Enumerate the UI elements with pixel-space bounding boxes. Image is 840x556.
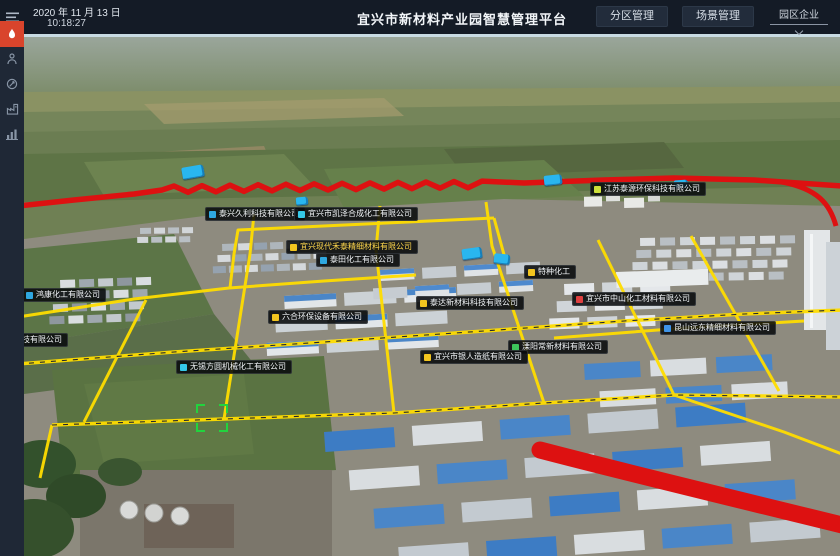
company-marker-icon: [26, 292, 33, 299]
company-label-text: 宜兴现代禾泰精细材料有限公司: [300, 243, 412, 251]
selection-box: [196, 404, 228, 432]
company-label-text: 宜兴市银人造纸有限公司: [434, 353, 522, 361]
sidebar-item-personnel[interactable]: [0, 46, 24, 72]
company-label[interactable]: 泰田化工有限公司: [316, 253, 400, 267]
vehicle-marker-3d[interactable]: [494, 253, 511, 265]
company-marker-icon: [424, 354, 431, 361]
dropdown-divider: [770, 24, 828, 25]
company-marker-icon: [272, 314, 279, 321]
map-3d-view[interactable]: 泰兴久利科技有限公司 宜兴市凯泽合成化工有限公司宜兴现代禾泰精细材料有限公司泰田化…: [24, 34, 840, 556]
company-label-text: 泰田化工有限公司: [330, 256, 394, 264]
company-label[interactable]: 宜兴市银人造纸有限公司: [420, 350, 528, 364]
company-label[interactable]: 鸿康化工有限公司: [24, 288, 106, 302]
header-bar: 2020 年 11 月 13 日 10:18:27 宜兴市新材料产业园智慧管理平…: [24, 0, 840, 34]
company-label-text: 宜兴市凯泽合成化工有限公司: [308, 210, 412, 218]
chevron-down-icon: [795, 27, 803, 35]
company-label-text: 六合环保设备有限公司: [282, 313, 362, 321]
vehicle-marker-3d[interactable]: [544, 174, 563, 186]
company-label-text: 江苏泰源环保科技有限公司: [604, 185, 700, 193]
map-scenery: [24, 34, 840, 556]
company-marker-icon: [594, 186, 601, 193]
page-title: 宜兴市新材料产业园智慧管理平台: [357, 9, 567, 28]
company-label[interactable]: 宜兴隔热材料科技有限公司: [24, 333, 68, 347]
company-label[interactable]: 江苏泰源环保科技有限公司: [590, 182, 706, 196]
zone-management-button[interactable]: 分区管理: [596, 6, 668, 27]
bar-chart-icon: [6, 128, 18, 140]
time-text: 10:18:27: [47, 18, 86, 29]
factory-icon: [6, 103, 19, 115]
sidebar-item-fire[interactable]: [0, 21, 24, 47]
company-label[interactable]: 昆山远东精细材料有限公司: [660, 321, 776, 335]
company-marker-icon: [209, 211, 216, 218]
company-marker-icon: [290, 244, 297, 251]
company-label[interactable]: 宜兴市中山化工材料有限公司: [572, 292, 696, 306]
sidebar-item-factory[interactable]: [0, 96, 24, 122]
company-marker-icon: [664, 325, 671, 332]
scene-management-button[interactable]: 场景管理: [682, 6, 754, 27]
company-label-text: 鸿康化工有限公司: [36, 291, 100, 299]
company-label[interactable]: 无锡方圆机械化工有限公司: [176, 360, 292, 374]
company-marker-icon: [576, 296, 583, 303]
sidebar-item-stats[interactable]: [0, 121, 24, 147]
company-label-text: 昆山远东精细材料有限公司: [674, 324, 770, 332]
company-marker-icon: [180, 364, 187, 371]
company-label[interactable]: 宜兴市凯泽合成化工有限公司: [294, 207, 418, 221]
company-label-text: 宜兴隔热材料科技有限公司: [24, 336, 62, 344]
sidebar: [0, 0, 24, 556]
company-label[interactable]: 特种化工: [524, 265, 576, 279]
company-label-text: 泰达新材料科技有限公司: [430, 299, 518, 307]
flame-icon: [6, 27, 18, 41]
company-marker-icon: [420, 300, 427, 307]
park-enterprises-label: 园区企业: [779, 6, 819, 23]
vehicle-marker-3d[interactable]: [296, 196, 309, 205]
company-label[interactable]: 六合环保设备有限公司: [268, 310, 368, 324]
personnel-icon: [6, 53, 18, 65]
company-label-text: 特种化工: [538, 268, 570, 276]
app-window: 2020 年 11 月 13 日 10:18:27 宜兴市新材料产业园智慧管理平…: [0, 0, 840, 556]
gauge-icon: [6, 78, 18, 90]
company-marker-icon: [528, 269, 535, 276]
company-label-text: 无锡方圆机械化工有限公司: [190, 363, 286, 371]
sidebar-item-gauge[interactable]: [0, 71, 24, 97]
company-marker-icon: [320, 257, 327, 264]
park-enterprises-dropdown[interactable]: 园区企业: [768, 6, 830, 34]
company-marker-icon: [298, 211, 305, 218]
company-label[interactable]: 宜兴现代禾泰精细材料有限公司: [286, 240, 418, 254]
company-label-text: 泰兴久利科技有限公司: [219, 210, 299, 218]
company-label-text: 溧阳常新材料有限公司: [522, 343, 602, 351]
company-label[interactable]: 泰兴久利科技有限公司: [205, 207, 305, 221]
company-label[interactable]: 泰达新材料科技有限公司: [416, 296, 524, 310]
company-label-text: 宜兴市中山化工材料有限公司: [586, 295, 690, 303]
date-text: 2020 年 11 月 13 日: [33, 4, 121, 19]
